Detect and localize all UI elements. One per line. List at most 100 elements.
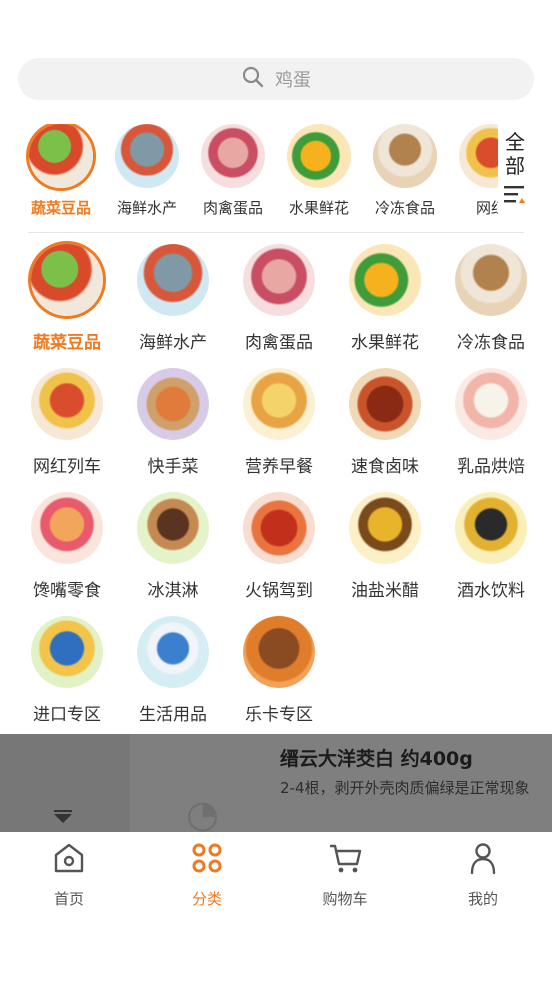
category-label: 生活用品 — [139, 705, 207, 725]
quick-item-trending[interactable]: 网红 — [448, 124, 498, 220]
breakfast-icon — [243, 368, 315, 440]
fruit-icon — [349, 244, 421, 316]
cart-icon — [327, 840, 363, 880]
loading-spinner-icon: ◔ — [186, 792, 220, 836]
seafood-icon — [115, 124, 179, 188]
home-icon — [51, 840, 87, 880]
tab-cart[interactable]: 购物车 — [276, 832, 414, 908]
category-grid: 蔬菜豆品 海鲜水产 肉禽蛋品 水果鲜花 冷冻食品 网红列车 快手菜 营养早餐 速… — [14, 244, 544, 740]
tab-label: 首页 — [53, 890, 84, 908]
category-instant-food[interactable]: 速食卤味 — [332, 368, 438, 492]
daily-goods-icon — [137, 616, 209, 688]
menu-list-icon — [504, 178, 526, 208]
tab-label: 购物车 — [322, 890, 368, 908]
seafood-icon — [137, 244, 209, 316]
quick-item-label: 蔬菜豆品 — [30, 199, 91, 217]
meat-icon — [201, 124, 265, 188]
quick-item-label: 网红 — [475, 199, 498, 217]
category-label: 馋嘴零食 — [33, 581, 101, 601]
trending-icon — [459, 124, 498, 188]
category-label: 网红列车 — [33, 457, 101, 477]
category-meat[interactable]: 肉禽蛋品 — [226, 244, 332, 368]
product-overlay-strip[interactable]: ◔ 缙云大洋茭白 约400g 2-4根，剥开外壳肉质偏绿是正常现象 — [0, 734, 552, 836]
product-description: 2-4根，剥开外壳肉质偏绿是正常现象 — [280, 779, 530, 797]
search-bar[interactable]: 鸡蛋 — [18, 58, 534, 100]
category-ice-cream[interactable]: 冰淇淋 — [120, 492, 226, 616]
vip-icon — [243, 616, 315, 688]
hotpot-icon — [243, 492, 315, 564]
category-label: 火锅驾到 — [245, 581, 313, 601]
quick-item-label: 冷冻食品 — [374, 199, 435, 217]
divider — [28, 232, 524, 233]
category-label: 酒水饮料 — [457, 581, 525, 601]
tab-label: 分类 — [191, 890, 222, 908]
all-categories-toggle[interactable]: 全部 — [500, 130, 530, 222]
snack-icon — [31, 492, 103, 564]
category-snack[interactable]: 馋嘴零食 — [14, 492, 120, 616]
quick-item-vegetable[interactable]: 蔬菜豆品 — [18, 124, 104, 220]
category-frozen[interactable]: 冷冻食品 — [438, 244, 544, 368]
quick-dish-icon — [137, 368, 209, 440]
category-drink[interactable]: 酒水饮料 — [438, 492, 544, 616]
trending-icon — [31, 368, 103, 440]
category-label: 营养早餐 — [245, 457, 313, 477]
category-label: 冰淇淋 — [147, 581, 199, 601]
category-dairy[interactable]: 乳品烘焙 — [438, 368, 544, 492]
category-label: 水果鲜花 — [351, 333, 419, 353]
category-label: 蔬菜豆品 — [33, 333, 101, 353]
fruit-icon — [287, 124, 351, 188]
category-trending[interactable]: 网红列车 — [14, 368, 120, 492]
category-hotpot[interactable]: 火锅驾到 — [226, 492, 332, 616]
search-placeholder: 鸡蛋 — [275, 70, 311, 91]
instant-food-icon — [349, 368, 421, 440]
meat-icon — [243, 244, 315, 316]
tab-home[interactable]: 首页 — [0, 832, 138, 908]
quick-item-meat[interactable]: 肉禽蛋品 — [190, 124, 276, 220]
category-condiment[interactable]: 油盐米醋 — [332, 492, 438, 616]
frozen-food-icon — [373, 124, 437, 188]
quick-item-label: 肉禽蛋品 — [202, 199, 263, 217]
category-label: 进口专区 — [33, 705, 101, 725]
category-vip[interactable]: 乐卡专区 — [226, 616, 332, 740]
vegetable-icon — [31, 244, 103, 316]
quick-item-label: 海鲜水产 — [116, 199, 177, 217]
category-label: 乐卡专区 — [245, 705, 313, 725]
dairy-icon — [455, 368, 527, 440]
import-icon — [31, 616, 103, 688]
all-toggle-label: 全部 — [505, 130, 525, 178]
category-seafood[interactable]: 海鲜水产 — [120, 244, 226, 368]
vegetable-icon — [29, 124, 93, 188]
frozen-food-icon — [455, 244, 527, 316]
quick-item-seafood[interactable]: 海鲜水产 — [104, 124, 190, 220]
category-vegetable[interactable]: 蔬菜豆品 — [14, 244, 120, 368]
category-daily-goods[interactable]: 生活用品 — [120, 616, 226, 740]
category-breakfast[interactable]: 营养早餐 — [226, 368, 332, 492]
category-quick-dish[interactable]: 快手菜 — [120, 368, 226, 492]
category-label: 冷冻食品 — [457, 333, 525, 353]
quick-item-label: 水果鲜花 — [288, 199, 349, 217]
profile-icon — [465, 840, 501, 880]
bottom-tab-bar: 首页 分类 购物车 我的 — [0, 832, 552, 908]
ice-cream-icon — [137, 492, 209, 564]
category-label: 肉禽蛋品 — [245, 333, 313, 353]
category-icon — [189, 840, 225, 880]
quick-item-frozen[interactable]: 冷冻食品 — [362, 124, 448, 220]
category-label: 油盐米醋 — [351, 581, 419, 601]
category-label: 乳品烘焙 — [457, 457, 525, 477]
product-title: 缙云大洋茭白 约400g — [280, 748, 473, 770]
condiment-icon — [349, 492, 421, 564]
drink-icon — [455, 492, 527, 564]
collapse-bar — [54, 810, 72, 812]
category-import[interactable]: 进口专区 — [14, 616, 120, 740]
category-fruit[interactable]: 水果鲜花 — [332, 244, 438, 368]
category-label: 快手菜 — [147, 457, 199, 477]
tab-profile[interactable]: 我的 — [414, 832, 552, 908]
tab-category[interactable]: 分类 — [138, 832, 276, 908]
category-label: 海鲜水产 — [139, 333, 207, 353]
category-label: 速食卤味 — [351, 457, 419, 477]
tab-label: 我的 — [467, 890, 498, 908]
quick-item-fruit[interactable]: 水果鲜花 — [276, 124, 362, 220]
search-icon — [241, 65, 265, 93]
chevron-down-icon[interactable] — [54, 814, 72, 823]
quick-category-row: 蔬菜豆品 海鲜水产 肉禽蛋品 水果鲜花 冷冻食品 网红 — [18, 124, 498, 220]
